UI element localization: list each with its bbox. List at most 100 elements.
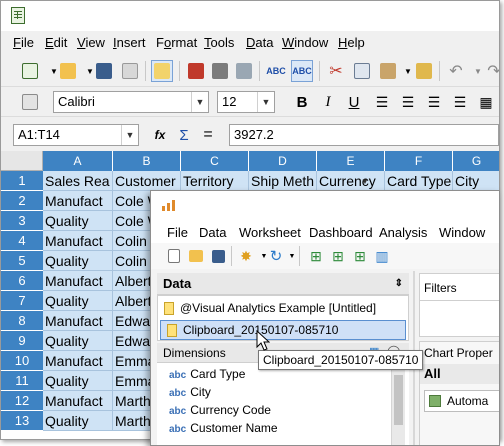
cut-icon[interactable]: ✂: [325, 60, 347, 82]
table-cell[interactable]: Manufact: [43, 191, 113, 211]
new-document-icon[interactable]: [19, 60, 41, 82]
row-header[interactable]: 2: [1, 191, 43, 211]
menu-window[interactable]: Window: [282, 35, 328, 50]
column-header[interactable]: A: [43, 151, 113, 171]
list-item[interactable]: abc Currency Code: [169, 403, 271, 417]
font-name-combo[interactable]: Calibri ▼: [53, 91, 209, 113]
menu-help[interactable]: Help: [338, 35, 365, 50]
dimensions-scrollbar[interactable]: [391, 363, 405, 445]
row-header[interactable]: 3: [1, 211, 43, 231]
justify-icon[interactable]: ☰: [449, 91, 471, 113]
equals-icon[interactable]: =: [197, 124, 219, 146]
scrollbar-thumb[interactable]: [394, 375, 403, 425]
open-folder-icon[interactable]: [57, 60, 79, 82]
column-header[interactable]: G: [453, 151, 499, 171]
open-folder-icon[interactable]: [185, 245, 207, 267]
autofilter-arrow-icon[interactable]: ▼: [361, 177, 369, 186]
menu-edit[interactable]: Edit: [45, 35, 67, 50]
autospellcheck-icon[interactable]: ABC: [291, 60, 313, 82]
align-left-icon[interactable]: ☰: [371, 91, 393, 113]
row-header[interactable]: 6: [1, 271, 43, 291]
chevron-down-icon[interactable]: ▼: [191, 92, 208, 112]
name-box[interactable]: A1:T14 ▼: [13, 124, 139, 146]
underline-icon[interactable]: U: [343, 91, 365, 113]
table-cell[interactable]: Sales Rea: [43, 171, 113, 191]
list-item[interactable]: abc Customer Name: [169, 421, 278, 435]
table-cell[interactable]: City: [453, 171, 499, 191]
sum-icon[interactable]: Σ: [173, 124, 195, 146]
mark-type-combo[interactable]: Automa: [424, 390, 499, 412]
table-cell[interactable]: Territory: [181, 171, 249, 191]
styles-icon[interactable]: [19, 91, 41, 113]
undo-icon[interactable]: ↶: [445, 60, 467, 82]
column-header[interactable]: C: [181, 151, 249, 171]
align-center-icon[interactable]: ☰: [397, 91, 419, 113]
save-icon[interactable]: [207, 245, 229, 267]
filters-dropzone[interactable]: [419, 301, 499, 337]
table-cell[interactable]: Quality: [43, 211, 113, 231]
va-menu-analysis[interactable]: Analysis: [379, 225, 427, 240]
menu-data[interactable]: Data: [246, 35, 273, 50]
table-cell[interactable]: Manufact: [43, 271, 113, 291]
table-cell[interactable]: Manufact: [43, 391, 113, 411]
menu-insert[interactable]: Insert: [113, 35, 146, 50]
redo-icon[interactable]: ↷: [483, 60, 499, 82]
chart-properties-scope[interactable]: All: [420, 364, 499, 384]
va-menu-window[interactable]: Window: [439, 225, 485, 240]
edit-file-icon[interactable]: [151, 60, 173, 82]
chevron-down-icon[interactable]: ▼: [121, 125, 138, 145]
italic-icon[interactable]: I: [317, 91, 339, 113]
table-cell[interactable]: Quality: [43, 411, 113, 431]
row-header[interactable]: 11: [1, 371, 43, 391]
function-wizard-icon[interactable]: fx: [149, 124, 171, 146]
list-item-selected[interactable]: Clipboard_20150107-085710: [160, 320, 406, 340]
copy-icon[interactable]: [351, 60, 373, 82]
row-header[interactable]: 10: [1, 351, 43, 371]
va-menu-file[interactable]: File: [167, 225, 188, 240]
table-cell[interactable]: Quality: [43, 371, 113, 391]
chevron-down-icon[interactable]: ▼: [257, 92, 274, 112]
add-columns-icon[interactable]: ⊞: [327, 245, 349, 267]
paste-icon[interactable]: [377, 60, 399, 82]
align-right-icon[interactable]: ☰: [423, 91, 445, 113]
save-icon[interactable]: [93, 60, 115, 82]
menu-file[interactable]: File: [13, 35, 34, 50]
export-pdf-icon[interactable]: [185, 60, 207, 82]
select-all-corner[interactable]: [1, 151, 43, 171]
font-size-combo[interactable]: 12 ▼: [217, 91, 275, 113]
new-workbook-icon[interactable]: [163, 245, 185, 267]
va-menu-dashboard[interactable]: Dashboard: [309, 225, 373, 240]
column-header[interactable]: B: [113, 151, 181, 171]
email-icon[interactable]: [119, 60, 141, 82]
table-cell[interactable]: Quality: [43, 331, 113, 351]
bold-icon[interactable]: B: [291, 91, 313, 113]
column-header[interactable]: F: [385, 151, 453, 171]
row-header[interactable]: 1: [1, 171, 43, 191]
list-item[interactable]: @Visual Analytics Example [Untitled]: [158, 299, 406, 319]
clone-formatting-icon[interactable]: [413, 60, 435, 82]
add-rows-icon[interactable]: ⊞: [305, 245, 327, 267]
row-header[interactable]: 7: [1, 291, 43, 311]
print-icon[interactable]: [209, 60, 231, 82]
menu-view[interactable]: View: [77, 35, 105, 50]
panel-sort-icon[interactable]: ⇕: [395, 273, 403, 295]
list-item[interactable]: abc Card Type: [169, 367, 245, 381]
table-cell[interactable]: Manufact: [43, 351, 113, 371]
table-cell[interactable]: Ship Meth: [249, 171, 317, 191]
menu-tools[interactable]: Tools: [204, 35, 234, 50]
chart-options-icon[interactable]: ▥: [371, 245, 393, 267]
row-header[interactable]: 4: [1, 231, 43, 251]
va-menu-data[interactable]: Data: [199, 225, 226, 240]
formula-input[interactable]: 3927.2: [229, 124, 499, 146]
row-header[interactable]: 5: [1, 251, 43, 271]
row-header[interactable]: 8: [1, 311, 43, 331]
swap-axes-icon[interactable]: ⊞: [349, 245, 371, 267]
table-cell[interactable]: Currency: [317, 171, 385, 191]
row-header[interactable]: 12: [1, 391, 43, 411]
va-menu-worksheet[interactable]: Worksheet: [239, 225, 301, 240]
menu-format[interactable]: Format: [156, 35, 197, 50]
table-cell[interactable]: Card Type: [385, 171, 453, 191]
row-header[interactable]: 13: [1, 411, 43, 431]
column-header[interactable]: E: [317, 151, 385, 171]
column-header[interactable]: D: [249, 151, 317, 171]
